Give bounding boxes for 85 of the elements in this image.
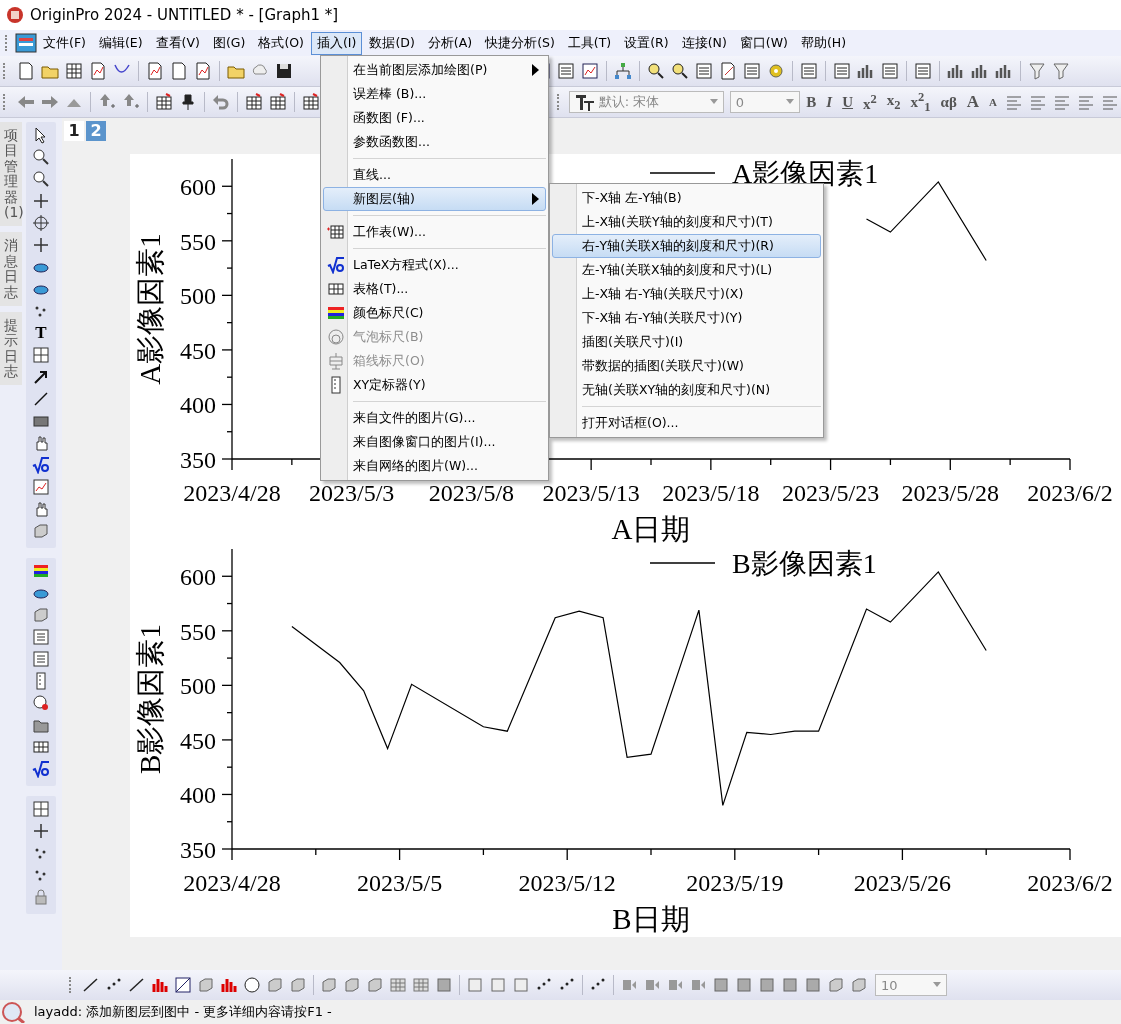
tick-label: 450 (180, 727, 216, 754)
menu-item[interactable]: 连接(N) (675, 31, 733, 55)
menu-item[interactable]: 直线... (323, 163, 546, 187)
menu-item[interactable]: 无轴(关联XY轴的刻度和尺寸)(N) (552, 378, 821, 402)
menu-item[interactable]: 参数函数图... (323, 130, 546, 154)
menu-item[interactable]: 编辑(E) (92, 31, 149, 55)
axis-title: A日期 (611, 513, 691, 544)
tick-label: 2023/6/2 (1027, 870, 1113, 896)
layer-tab[interactable]: 1 (64, 121, 84, 141)
menu-item[interactable]: 颜色标尺(C) (323, 301, 546, 325)
menu-item[interactable]: 分析(A) (421, 31, 479, 55)
menu-item[interactable]: 误差棒 (B)... (323, 82, 546, 106)
menu-item[interactable]: 右-Y轴(关联X轴的刻度和尺寸)(R) (552, 234, 821, 258)
menu-item[interactable]: 插图(关联尺寸)(I) (552, 330, 821, 354)
menu-item[interactable]: 下-X轴 右-Y轴(关联尺寸)(Y) (552, 306, 821, 330)
menu-item[interactable]: 快捷分析(S) (479, 31, 561, 55)
tick-label: 600 (180, 564, 216, 591)
format-button[interactable]: αβ (936, 93, 961, 111)
menu-item[interactable]: 图(G) (206, 31, 252, 55)
tick-label: 450 (180, 337, 216, 364)
font-dropdown[interactable]: 默认: 宋体 (568, 91, 724, 113)
menu-item[interactable]: 设置(R) (618, 31, 675, 55)
menu-item[interactable]: 插入(I) (310, 31, 363, 55)
format-button[interactable]: x$^{2}$ (859, 91, 881, 113)
menu-item[interactable]: 来自文件的图片(G)... (323, 406, 546, 430)
menu-item[interactable]: 来自图像窗口的图片(I)... (323, 430, 546, 454)
menu-item[interactable]: 来自网络的图片(W)... (323, 454, 546, 478)
menu-item[interactable]: 表格(T)... (323, 277, 546, 301)
tick-label: 550 (180, 618, 216, 645)
menu-item[interactable]: 下-X轴 左-Y轴(B) (552, 186, 821, 210)
tick-label: 2023/4/28 (183, 480, 281, 506)
text-tool[interactable]: T (35, 324, 47, 342)
tick-label: 2023/5/8 (428, 480, 515, 506)
tick-label: 500 (180, 673, 216, 700)
tick-label: 600 (180, 174, 216, 201)
format-button[interactable]: A (985, 96, 1002, 108)
menu-item[interactable]: 上-X轴 右-Y轴(关联尺寸)(X) (552, 282, 821, 306)
tick-label: 350 (180, 837, 216, 863)
menu-item[interactable]: 数据(D) (363, 31, 421, 55)
tick-label: 350 (180, 447, 216, 473)
menu-item[interactable]: 新图层(轴) (323, 187, 546, 211)
menu-item[interactable]: 查看(V) (149, 31, 206, 55)
tick-label: 2023/5/18 (662, 480, 760, 506)
menu-item[interactable]: 帮助(H) (794, 31, 853, 55)
format-button[interactable]: I (822, 93, 837, 111)
format-button[interactable]: B (802, 93, 821, 111)
status-text: layadd: 添加新图层到图中 - 更多详细内容请按F1 - (34, 1003, 332, 1021)
legend-label: B影像因素1 (732, 548, 877, 579)
tick-label: 550 (180, 228, 216, 255)
menu-item[interactable]: 左-Y轴(关联X轴的刻度和尺寸)(L) (552, 258, 821, 282)
tick-label: 500 (180, 283, 216, 310)
window-title: OriginPro 2024 - UNTITLED * - [Graph1 *] (30, 6, 339, 24)
tick-label: 2023/5/19 (686, 870, 784, 896)
menu-item[interactable]: XY定标器(Y) (323, 373, 546, 397)
menu-item[interactable]: 上-X轴(关联Y轴的刻度和尺寸)(T) (552, 210, 821, 234)
menu-item[interactable]: 函数图 (F)... (323, 106, 546, 130)
panel-tab[interactable]: 提示日志 (0, 311, 22, 386)
menu-item[interactable]: 窗口(W) (733, 31, 794, 55)
tick-label: 2023/6/2 (1027, 480, 1113, 506)
menu-item[interactable]: 工具(T) (561, 31, 618, 55)
tick-label: 2023/5/3 (309, 480, 395, 506)
format-button[interactable]: U (838, 93, 857, 111)
tick-label: 2023/4/28 (183, 870, 281, 896)
menu-item[interactable]: 打开对话框(O)... (552, 411, 821, 435)
tick-label: 400 (180, 392, 216, 419)
menu-item[interactable]: LaTeX方程式(X)... (323, 253, 546, 277)
format-button[interactable]: A (962, 92, 984, 112)
axis-title: B日期 (612, 903, 690, 934)
menu-item[interactable]: 工作表(W)... (323, 220, 546, 244)
tick-label: 2023/5/26 (853, 870, 952, 896)
menu-item[interactable]: 格式(O) (252, 31, 310, 55)
format-button[interactable]: x$_{2}$ (882, 91, 905, 113)
tick-label: 2023/5/28 (901, 480, 999, 506)
panel-tab[interactable]: 消息日志 (0, 232, 22, 306)
menu-item[interactable]: 带数据的插图(关联尺寸)(W) (552, 354, 821, 378)
tick-label: 2023/5/12 (518, 870, 616, 896)
tick-label: 2023/5/5 (356, 870, 443, 896)
menu-item[interactable]: 文件(F) (37, 31, 92, 55)
panel-tab[interactable]: 项目管理器 (1) (0, 122, 22, 227)
tick-label: 2023/5/13 (542, 480, 640, 506)
axis-title: B影像因素1 (134, 624, 166, 774)
tick-label: 400 (180, 782, 216, 809)
tick-label: 2023/5/23 (781, 480, 880, 506)
axis-title: A影像因素1 (134, 233, 166, 385)
menu-item[interactable]: 在当前图层添加绘图(P) (323, 58, 546, 82)
